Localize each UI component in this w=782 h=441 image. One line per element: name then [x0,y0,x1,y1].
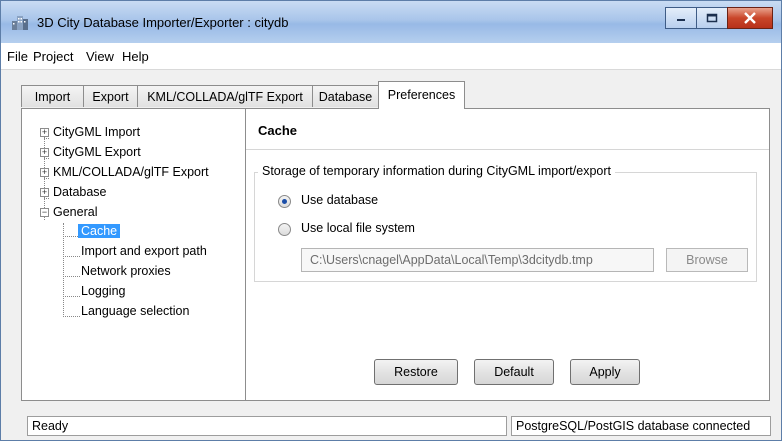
expand-icon[interactable]: + [40,188,49,197]
tree-item-general[interactable]: − General [40,203,97,221]
tree-item-citygml-import[interactable]: + CityGML Import [40,123,140,141]
expand-icon[interactable]: + [40,148,49,157]
tree-item-language-selection[interactable]: Language selection [81,302,189,320]
use-local-file-system-radio[interactable] [278,223,291,236]
window-controls [665,7,773,31]
radio-selected-dot [282,199,287,204]
restore-button[interactable]: Restore [374,359,458,385]
tab-export[interactable]: Export [83,85,138,107]
use-local-file-system-label[interactable]: Use local file system [301,221,415,235]
close-icon [743,12,757,24]
tab-kml-collada-gltf-export[interactable]: KML/COLLADA/glTF Export [137,85,313,107]
tree-item-label: Network proxies [81,264,171,278]
title-bar[interactable]: 3D City Database Importer/Exporter : cit… [1,1,781,43]
use-database-label[interactable]: Use database [301,193,378,207]
preferences-tree: + CityGML Import + CityGML Export + KML/… [22,109,246,400]
tree-item-kml-collada-gltf-export[interactable]: + KML/COLLADA/glTF Export [40,163,209,181]
menu-view[interactable]: View [86,49,114,64]
collapse-icon[interactable]: − [40,208,49,217]
tree-item-label: General [53,205,97,219]
preferences-panel: + CityGML Import + CityGML Export + KML/… [21,108,770,401]
close-button[interactable] [727,7,773,29]
connection-status: PostgreSQL/PostGIS database connected [511,416,771,436]
menu-project[interactable]: Project [33,49,73,64]
tree-item-label: Cache [78,224,120,238]
tree-item-logging[interactable]: Logging [81,282,126,300]
window-title: 3D City Database Importer/Exporter : cit… [37,15,288,30]
tree-item-label: Logging [81,284,126,298]
minimize-button[interactable] [665,7,697,29]
tree-item-citygml-export[interactable]: + CityGML Export [40,143,141,161]
app-window: 3D City Database Importer/Exporter : cit… [0,0,782,441]
maximize-icon [706,13,718,23]
status-text: Ready [27,416,507,436]
city-database-icon [11,13,29,31]
use-database-radio[interactable] [278,195,291,208]
expand-icon[interactable]: + [40,128,49,137]
menu-file[interactable]: File [7,49,28,64]
tree-item-label: KML/COLLADA/glTF Export [53,165,209,179]
tree-item-label: Language selection [81,304,189,318]
maximize-button[interactable] [696,7,728,29]
tab-database[interactable]: Database [312,85,379,107]
tree-item-label: Database [53,185,107,199]
expand-icon[interactable]: + [40,168,49,177]
group-title: Storage of temporary information during … [258,164,615,178]
tab-preferences[interactable]: Preferences [378,81,465,109]
tree-item-database[interactable]: + Database [40,183,107,201]
menu-help[interactable]: Help [122,49,149,64]
tab-import[interactable]: Import [21,85,84,107]
browse-button[interactable]: Browse [666,248,748,272]
tree-item-import-export-path[interactable]: Import and export path [81,242,207,260]
minimize-icon [675,13,687,23]
content-header: Cache [246,109,769,150]
tree-item-label: CityGML Export [53,145,141,159]
tree-item-network-proxies[interactable]: Network proxies [81,262,171,280]
menu-bar: File Project View Help [1,43,781,70]
page-title: Cache [258,123,297,138]
tree-item-label: CityGML Import [53,125,140,139]
apply-button[interactable]: Apply [570,359,640,385]
temp-path-field[interactable]: C:\Users\cnagel\AppData\Local\Temp\3dcit… [301,248,654,272]
tree-item-cache[interactable]: Cache [78,222,120,240]
tree-item-label: Import and export path [81,244,207,258]
cache-settings: Cache Storage of temporary information d… [246,109,769,400]
default-button[interactable]: Default [474,359,554,385]
status-bar: Ready PostgreSQL/PostGIS database connec… [1,410,781,440]
